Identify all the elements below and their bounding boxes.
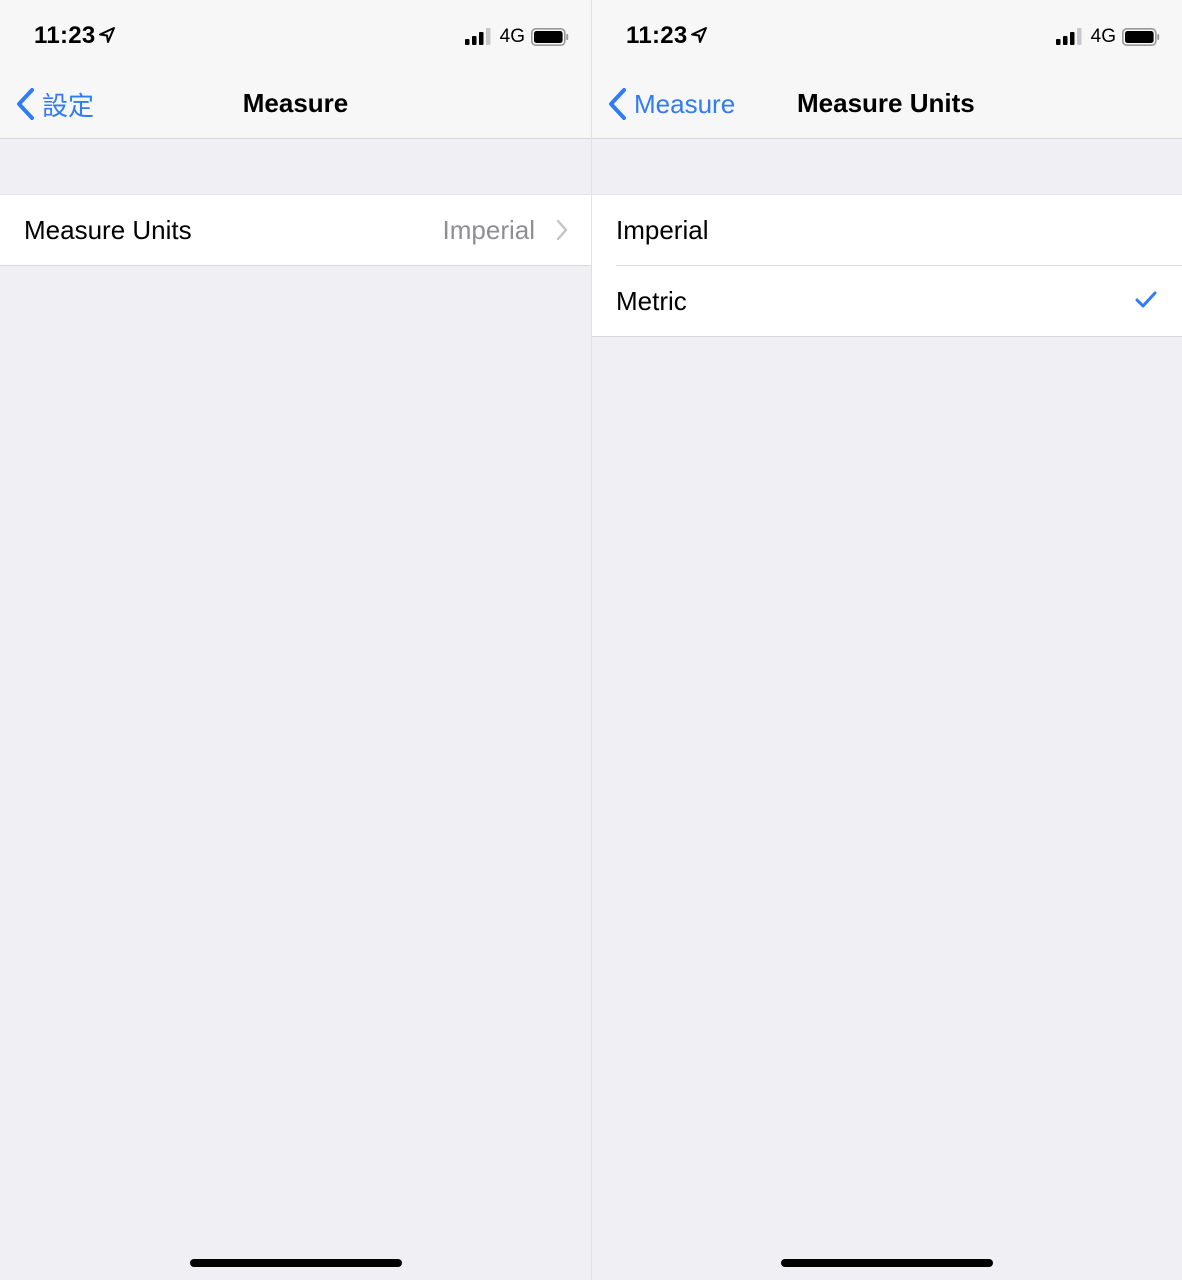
- chevron-right-icon: [556, 219, 568, 241]
- units-options-group: Imperial Metric: [592, 194, 1182, 337]
- battery-icon: [1122, 28, 1160, 46]
- measure-units-screen: 11:23 4G Measure Measure Units Imperial …: [591, 0, 1182, 1280]
- status-time: 11:23: [626, 22, 688, 49]
- location-arrow-icon: [99, 27, 115, 43]
- navigation-bar: Measure Measure Units: [592, 76, 1182, 132]
- top-bar: 11:23 4G Measure Measure Units: [592, 0, 1182, 139]
- cell-value: Imperial: [442, 214, 535, 245]
- option-label: Metric: [616, 285, 687, 316]
- back-button[interactable]: Measure: [606, 86, 735, 122]
- status-bar: 11:23 4G: [592, 20, 1182, 54]
- home-indicator[interactable]: [189, 1259, 402, 1267]
- battery-icon: [531, 28, 569, 46]
- settings-group: Measure Units Imperial: [0, 194, 591, 266]
- option-imperial[interactable]: Imperial: [592, 195, 1182, 265]
- measure-screen: 11:23 4G 設定 Measure Measure Units Imperi…: [0, 0, 591, 1280]
- location-arrow-icon: [691, 27, 707, 43]
- page-title: Measure: [242, 88, 349, 118]
- back-label: Measure: [634, 88, 736, 119]
- status-bar: 11:23 4G: [0, 20, 591, 54]
- option-label: Imperial: [616, 214, 709, 245]
- network-type: 4G: [1090, 26, 1116, 47]
- status-time: 11:23: [34, 22, 96, 49]
- page-title: Measure Units: [797, 88, 975, 118]
- option-metric[interactable]: Metric: [592, 266, 1182, 336]
- network-type: 4G: [499, 26, 525, 47]
- top-bar: 11:23 4G 設定 Measure: [0, 0, 591, 139]
- home-indicator[interactable]: [781, 1259, 993, 1267]
- chevron-left-icon: [609, 88, 626, 120]
- cell-label: Measure Units: [24, 214, 192, 245]
- measure-units-cell[interactable]: Measure Units Imperial: [0, 195, 591, 265]
- checkmark-icon: [1135, 291, 1157, 308]
- cellular-signal-icon: [465, 28, 491, 45]
- cellular-signal-icon: [1056, 28, 1082, 45]
- navigation-bar: 設定 Measure: [0, 76, 591, 132]
